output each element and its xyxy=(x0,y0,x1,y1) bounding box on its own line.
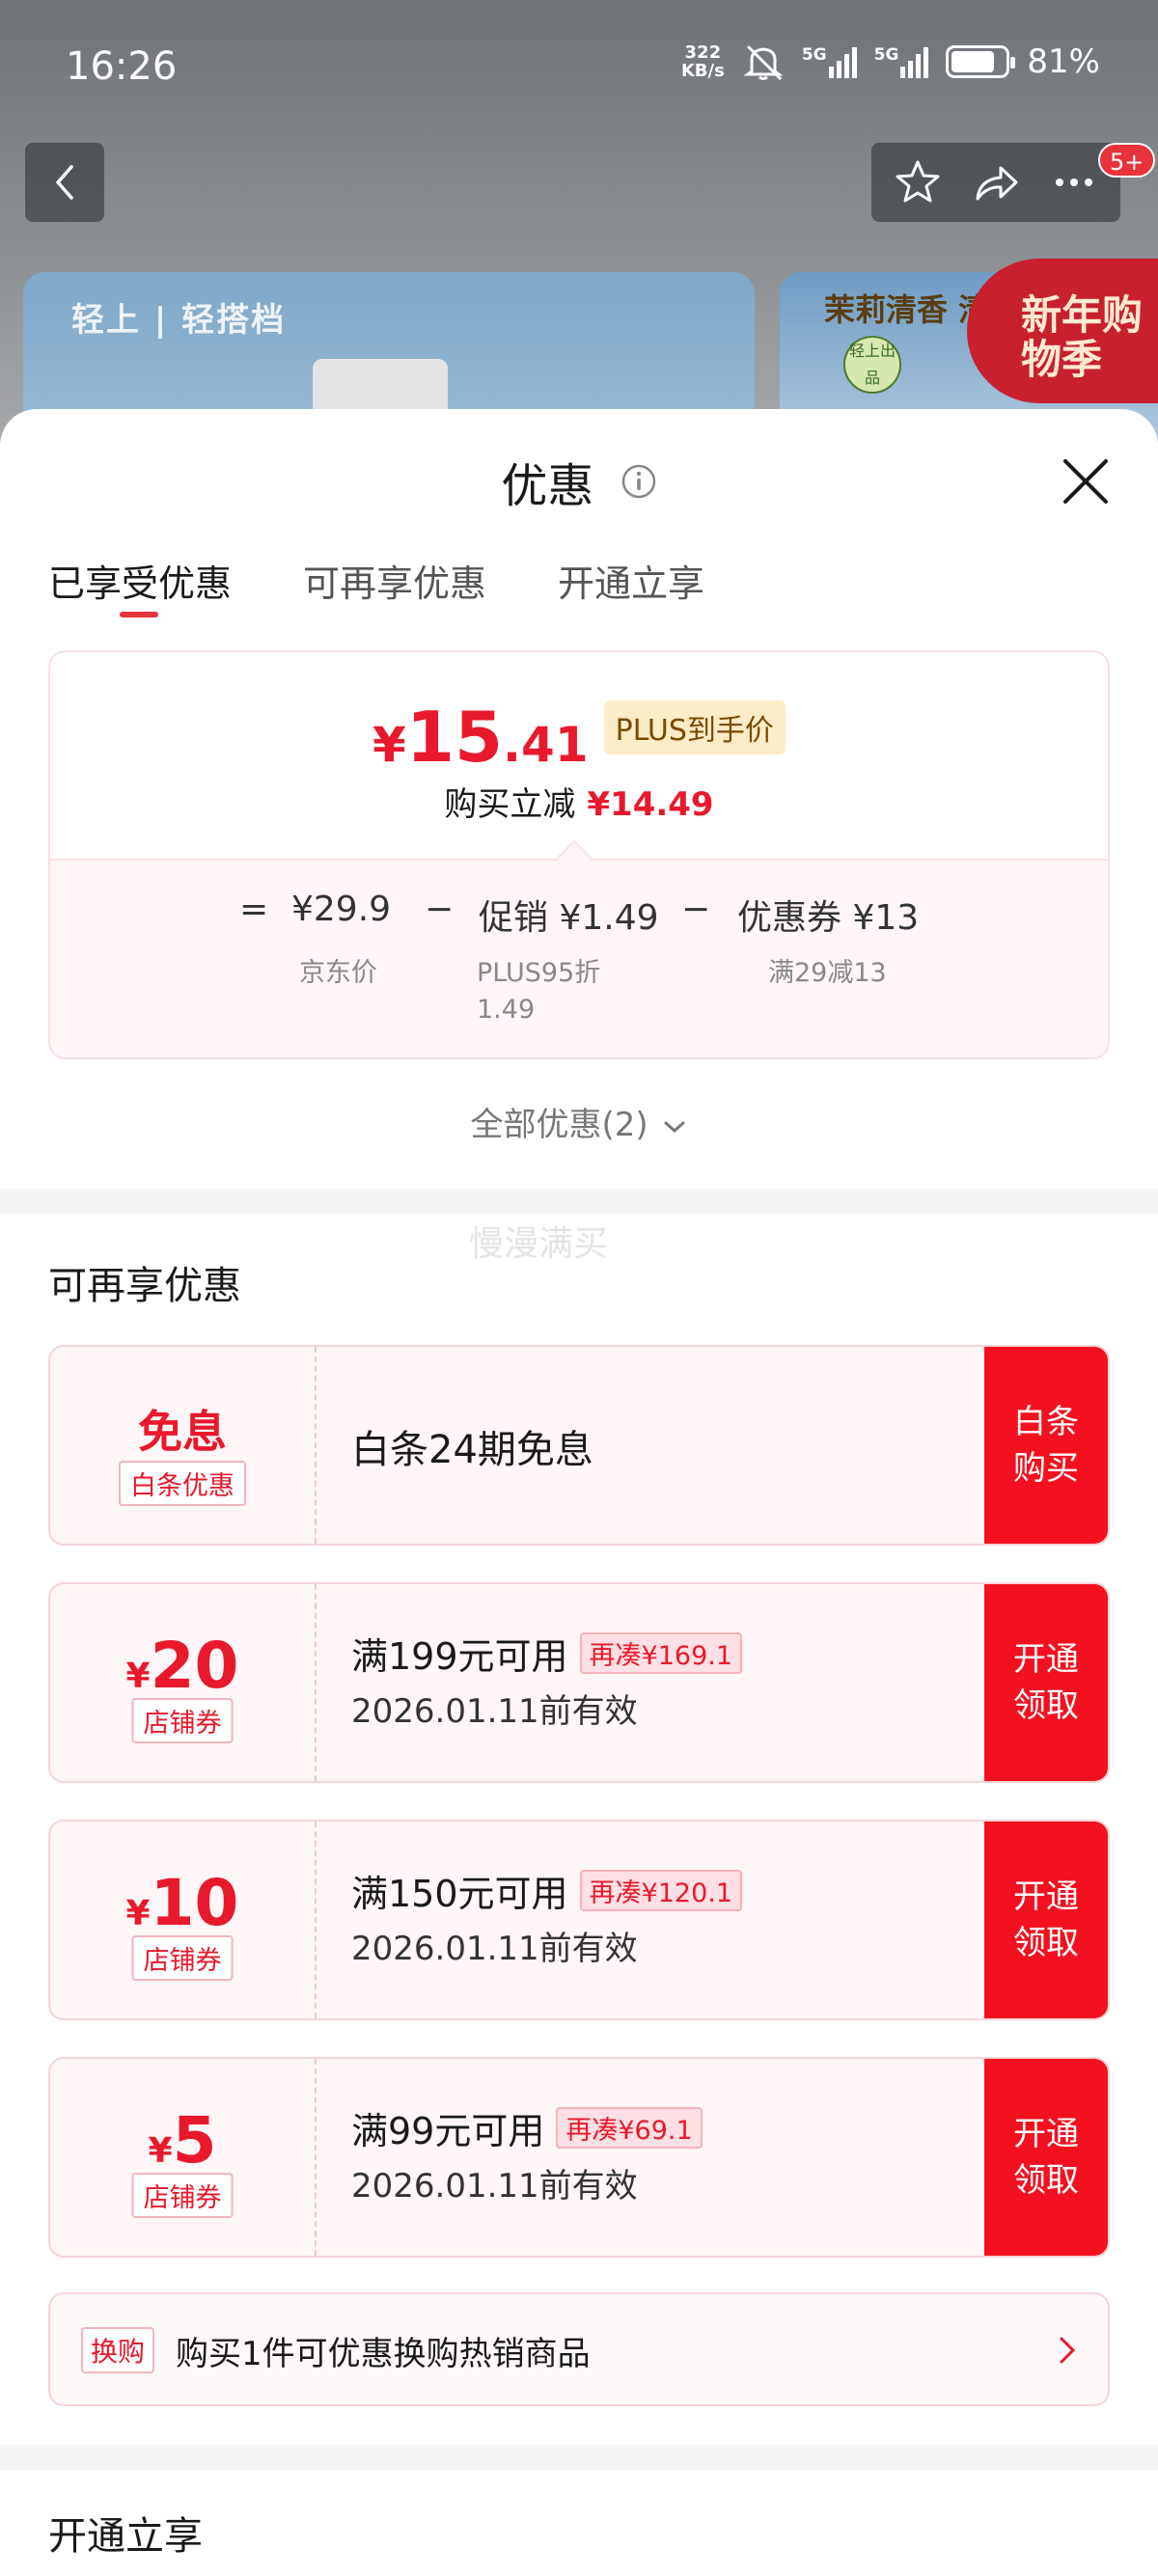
promo-amount: 促销 ¥1.49 xyxy=(479,898,659,938)
coupon-type-tag: 店铺券 xyxy=(131,1935,234,1981)
minus-sign-1: − xyxy=(425,890,455,929)
discount-tabs: 已享受优惠 可再享优惠 开通立享 xyxy=(48,554,704,617)
coupon-extra-needed: 再凑¥69.1 xyxy=(556,2107,703,2149)
all-offers-toggle[interactable]: 全部优惠(2) xyxy=(0,1098,1158,1145)
swap-offer-row[interactable]: 换购 购买1件可优惠换购热销商品 xyxy=(48,2292,1110,2406)
section-title-open-enjoy: 开通立享 xyxy=(48,2514,203,2559)
signal-icon-1: 5G xyxy=(802,45,857,78)
header-actions xyxy=(871,143,1120,222)
baitiao-offer-card: 免息 白条优惠 白条24期免息 白条购买 xyxy=(48,1345,1110,1546)
favorite-star-icon[interactable] xyxy=(892,156,944,208)
sheet-title: 优惠 xyxy=(0,448,1158,515)
share-icon[interactable] xyxy=(970,156,1022,208)
tab-open-enjoy[interactable]: 开通立享 xyxy=(558,554,704,607)
battery-icon xyxy=(946,45,1016,78)
coupon-condition: 满199元可用 xyxy=(351,1635,568,1678)
swap-tag: 换购 xyxy=(81,2327,155,2373)
back-button[interactable] xyxy=(25,143,104,222)
coupon-type-tag: 店铺券 xyxy=(131,1698,234,1743)
coupon-label: 满29减13 xyxy=(768,958,887,988)
section-title-more-offers: 可再享优惠 xyxy=(48,1264,241,1308)
watermark-text: 慢漫满买 xyxy=(469,1224,609,1264)
more-icon[interactable] xyxy=(1048,156,1100,208)
new-year-promo-badge[interactable]: 新年购物季 xyxy=(967,259,1158,403)
chevron-right-icon xyxy=(1060,2337,1076,2364)
status-bar: 16:26 322 KB/s 5G 5G 81% xyxy=(0,0,1158,135)
coupon-amount: 优惠券 ¥13 xyxy=(737,898,920,938)
info-icon[interactable] xyxy=(620,463,657,500)
coupon-value: ¥10 xyxy=(125,1866,239,1940)
coupon-extra-needed: 再凑¥169.1 xyxy=(579,1632,743,1674)
coupon-extra-needed: 再凑¥120.1 xyxy=(579,1870,743,1911)
notification-badge: 5+ xyxy=(1098,143,1156,178)
signal-icon-2: 5G xyxy=(874,45,929,78)
coupon-card: ¥10 店铺券 满150元可用 再凑¥120.1 2026.01.11前有效 开通… xyxy=(48,1820,1110,2020)
claim-coupon-button[interactable]: 开通领取 xyxy=(984,1584,1108,1781)
discount-sheet: 优惠 已享受优惠 可再享优惠 开通立享 ¥15.41 PLUS到手价 购买立减 ¥… xyxy=(0,409,1158,2576)
mute-icon xyxy=(743,44,784,81)
coupon-validity: 2026.01.11前有效 xyxy=(351,1692,638,1731)
banner-title: 茉莉清香 清 xyxy=(824,291,990,328)
final-price: ¥15.41 xyxy=(372,697,589,778)
price-breakdown-card: ¥15.41 PLUS到手价 购买立减 ¥14.49 = ¥29.9 − 促销 ¥… xyxy=(48,650,1110,1059)
plus-price-tag: PLUS到手价 xyxy=(603,700,786,754)
jd-price: ¥29.9 xyxy=(291,890,392,929)
chevron-left-icon xyxy=(56,165,73,200)
instant-reduction: 购买立减 ¥14.49 xyxy=(444,785,714,824)
swap-text: 购买1件可优惠换购热销商品 xyxy=(176,2335,591,2373)
coupon-validity: 2026.01.11前有效 xyxy=(351,1930,638,1968)
baitiao-buy-button[interactable]: 白条购买 xyxy=(984,1347,1108,1544)
network-speed: 322 KB/s xyxy=(680,42,725,81)
baitiao-tag: 白条优惠 xyxy=(119,1461,246,1506)
close-icon[interactable] xyxy=(1060,455,1112,507)
banner-logo: 轻上 | 轻搭档 xyxy=(71,301,287,340)
claim-coupon-button[interactable]: 开通领取 xyxy=(984,2059,1108,2256)
tab-more-available[interactable]: 可再享优惠 xyxy=(303,554,486,607)
baitiao-desc: 白条24期免息 xyxy=(351,1428,593,1472)
coupon-value: ¥20 xyxy=(125,1629,239,1703)
jd-price-label: 京东价 xyxy=(299,958,377,988)
coupon-card: ¥5 店铺券 满99元可用 再凑¥69.1 2026.01.11前有效 开通领取 xyxy=(48,2057,1110,2258)
tab-enjoyed[interactable]: 已享受优惠 xyxy=(48,554,232,617)
minus-sign-2: − xyxy=(681,890,711,929)
coupon-value: ¥5 xyxy=(148,2103,217,2178)
baitiao-title: 免息 xyxy=(138,1406,227,1458)
claim-coupon-button[interactable]: 开通领取 xyxy=(984,1822,1108,2018)
promo-label: PLUS95折 1.49 xyxy=(477,958,601,1025)
banner-badge: 轻上出品 xyxy=(843,336,901,394)
coupon-condition: 满99元可用 xyxy=(351,2110,545,2152)
status-time: 16:26 xyxy=(66,44,178,89)
coupon-card: ¥20 店铺券 满199元可用 再凑¥169.1 2026.01.11前有效 开通… xyxy=(48,1582,1110,1783)
chevron-down-icon xyxy=(664,1121,685,1133)
price-calculation: = ¥29.9 − 促销 ¥1.49 − 优惠券 ¥13 京东价 PLUS95折… xyxy=(50,859,1108,1057)
coupon-condition: 满150元可用 xyxy=(351,1873,568,1915)
equals-sign: = xyxy=(239,890,269,929)
coupon-type-tag: 店铺券 xyxy=(131,2173,234,2218)
coupon-validity: 2026.01.11前有效 xyxy=(351,2167,638,2206)
battery-level: 81% xyxy=(1027,42,1100,81)
